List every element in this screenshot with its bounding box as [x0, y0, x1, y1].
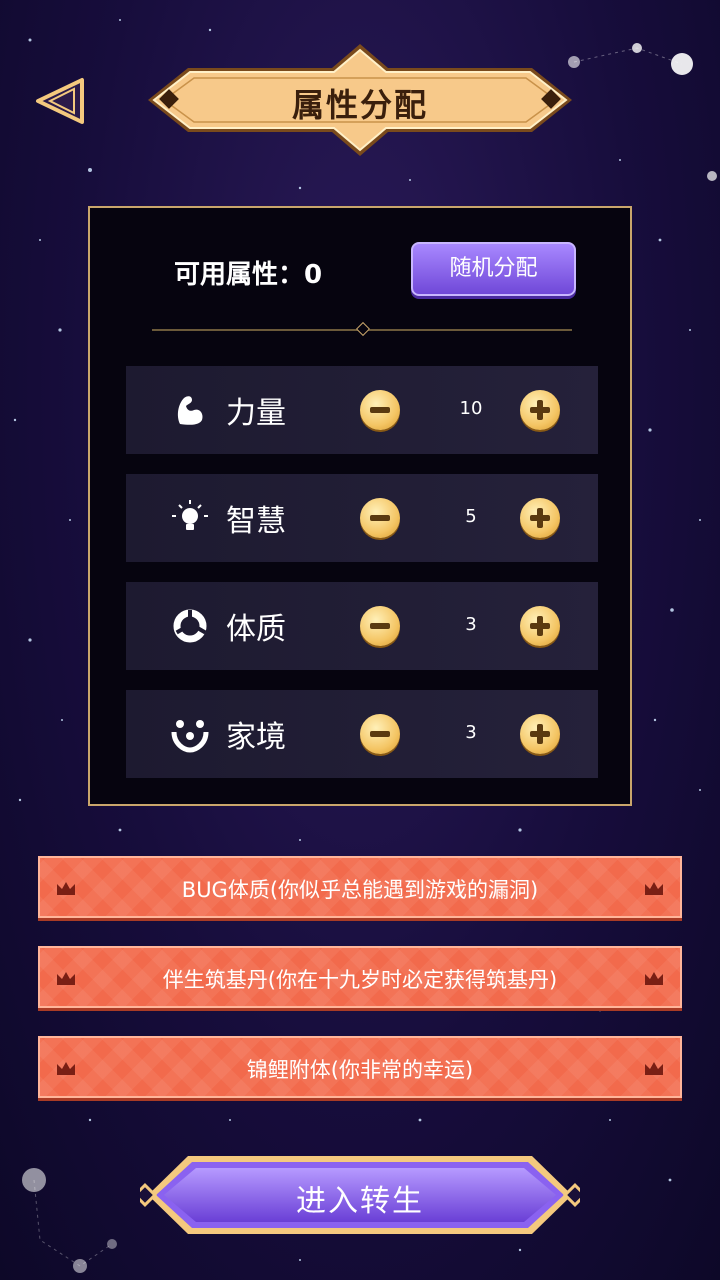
enter-button-label: 进入转生 [296, 1184, 424, 1219]
attribute-row-strength: 力量 10 [126, 366, 598, 454]
attribute-label: 体质 [226, 612, 286, 647]
plus-icon [530, 616, 550, 636]
random-allocate-button[interactable]: 随机分配 [411, 242, 576, 296]
title-banner: 属性分配 [148, 44, 572, 160]
available-points-label: 可用属性：0 [174, 260, 323, 290]
attribute-row-intelligence: 智慧 5 [126, 474, 598, 562]
talent-card[interactable]: 伴生筑基丹(你在十九岁时必定获得筑基丹) [38, 946, 682, 1008]
minus-icon [370, 515, 390, 521]
enter-rebirth-button[interactable]: 进入转生 [140, 1152, 580, 1238]
decrease-intelligence-button[interactable] [360, 498, 400, 538]
crown-icon [57, 1062, 75, 1075]
decrease-family-button[interactable] [360, 714, 400, 754]
decrease-strength-button[interactable] [360, 390, 400, 430]
attribute-label: 智慧 [226, 504, 286, 539]
attribute-value: 3 [465, 722, 477, 743]
attribute-value: 10 [459, 398, 483, 419]
minus-icon [370, 407, 390, 413]
increase-intelligence-button[interactable] [520, 498, 560, 538]
talent-card[interactable]: BUG体质(你似乎总能遇到游戏的漏洞) [38, 856, 682, 918]
increase-family-button[interactable] [520, 714, 560, 754]
minus-icon [370, 623, 390, 629]
attribute-panel: 可用属性：0 随机分配 力量 10 智慧 5 体质 3 家境 3 [88, 206, 632, 806]
crown-icon [57, 972, 75, 985]
divider-diamond [355, 321, 371, 337]
health-ring-icon [173, 609, 207, 643]
attribute-value: 3 [465, 614, 477, 635]
crown-icon [645, 882, 663, 895]
talent-text: 伴生筑基丹(你在十九岁时必定获得筑基丹) [162, 968, 558, 992]
back-button[interactable] [34, 76, 88, 126]
plus-icon [530, 508, 550, 528]
plus-icon [530, 724, 550, 744]
crown-icon [645, 1062, 663, 1075]
increase-strength-button[interactable] [520, 390, 560, 430]
plus-icon [530, 400, 550, 420]
back-arrow-icon [36, 78, 84, 124]
talent-text: BUG体质(你似乎总能遇到游戏的漏洞) [181, 878, 539, 902]
lightbulb-icon [172, 500, 208, 530]
increase-constitution-button[interactable] [520, 606, 560, 646]
attribute-label: 力量 [226, 396, 286, 431]
attribute-row-constitution: 体质 3 [126, 582, 598, 670]
decrease-constitution-button[interactable] [360, 606, 400, 646]
crown-icon [57, 882, 75, 895]
talent-text: 锦鲤附体(你非常的幸运) [246, 1058, 474, 1082]
strength-arm-icon [177, 396, 203, 425]
attribute-value: 5 [465, 506, 477, 527]
minus-icon [370, 731, 390, 737]
page-title: 属性分配 [291, 86, 428, 124]
talent-card[interactable]: 锦鲤附体(你非常的幸运) [38, 1036, 682, 1098]
family-icon [171, 720, 209, 753]
attribute-row-family: 家境 3 [126, 690, 598, 778]
crown-icon [645, 972, 663, 985]
attribute-label: 家境 [226, 720, 286, 755]
